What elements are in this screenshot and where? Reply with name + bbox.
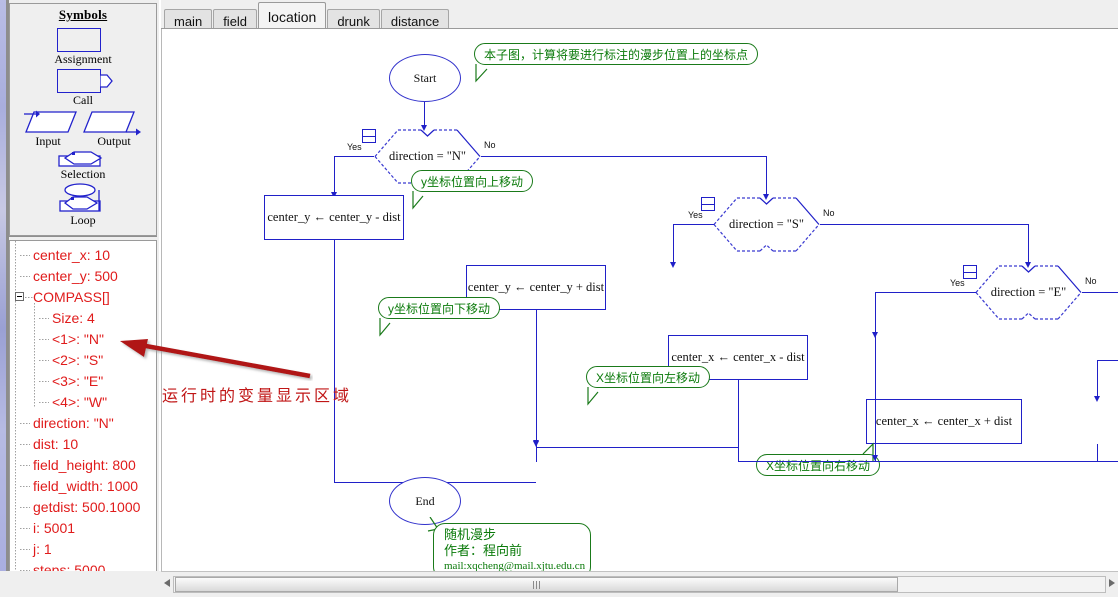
palette-label-assignment: Assignment — [54, 52, 112, 66]
annotation-text: 运行时的变量显示区域 — [162, 388, 353, 405]
comment-line-3: mail:xqcheng@mail.xjtu.edu.cn — [444, 560, 586, 571]
collapse-toggle-e[interactable] — [963, 265, 977, 279]
selection-diamond-icon — [58, 151, 103, 167]
assignment-node-4[interactable]: center_x ← center_x + dist — [866, 399, 1022, 444]
collapse-toggle-s[interactable] — [701, 197, 715, 211]
horizontal-scrollbar[interactable] — [161, 571, 1118, 597]
comment-y-up[interactable]: y坐标位置向上移动 — [411, 170, 534, 192]
symbols-title: Symbols — [58, 7, 108, 22]
tree-item[interactable]: field_height: 800 — [14, 455, 156, 476]
decision-label-n: direction = "N" — [389, 149, 466, 163]
comment-subchart[interactable]: 本子图，计算将要进行标注的漫步位置上的坐标点 — [474, 43, 759, 65]
palette-label-selection: Selection — [60, 167, 106, 181]
tree-item[interactable]: direction: "N" — [14, 413, 156, 434]
end-node[interactable]: End — [389, 477, 461, 525]
tree-item-compass[interactable]: COMPASS[] — [14, 287, 156, 308]
collapse-toggle-n[interactable] — [362, 129, 376, 143]
assignment-rect-icon — [57, 28, 101, 52]
branch-label-yes: Yes — [950, 278, 965, 288]
palette-item-input-output[interactable]: Input Output — [10, 107, 156, 149]
decision-label-s: direction = "S" — [729, 217, 804, 231]
comment-y-down[interactable]: y坐标位置向下移动 — [378, 297, 501, 319]
editor-panel: main field location drunk distance Start 本子图… — [161, 0, 1118, 597]
branch-label-no: No — [1085, 276, 1097, 286]
comment-line-2: 作者：程向前 — [444, 543, 523, 558]
assignment-node-1[interactable]: center_y ← center_y - dist — [264, 195, 404, 240]
assignment-label-4: center_x ← center_x + dist — [875, 414, 1013, 428]
start-node[interactable]: Start — [389, 54, 461, 102]
assignment-label-2: center_y ← center_y + dist — [467, 280, 605, 294]
branch-label-yes: Yes — [347, 142, 362, 152]
tab-bar: main field location drunk distance — [161, 0, 1118, 29]
palette-label-input: Input — [35, 134, 61, 148]
comment-author-block[interactable]: 随机漫步 作者：程向前 mail:xqcheng@mail.xjtu.edu.c… — [433, 523, 591, 571]
tab-drunk[interactable]: drunk — [327, 9, 380, 29]
loop-icon — [59, 183, 101, 212]
tree-item[interactable]: Size: 4 — [14, 308, 156, 329]
palette-item-selection[interactable]: Selection — [10, 150, 156, 182]
tree-item[interactable]: center_x: 10 — [14, 245, 156, 266]
flowchart-canvas[interactable]: Start 本子图，计算将要进行标注的漫步位置上的坐标点 direction =… — [161, 29, 1118, 571]
assignment-label-3: center_x ← center_x - dist — [671, 350, 805, 364]
palette-item-loop[interactable]: Loop — [10, 183, 156, 227]
tree-item[interactable]: center_y: 500 — [14, 266, 156, 287]
decision-node-e[interactable]: direction = "E" — [975, 264, 1082, 321]
start-label: Start — [413, 70, 437, 85]
variables-tree: center_x: 10 center_y: 500 COMPASS[] Siz… — [10, 241, 156, 591]
palette-item-call[interactable]: Call — [10, 67, 156, 107]
branch-label-yes: Yes — [688, 210, 703, 220]
scrollbar-grip-icon — [532, 581, 541, 589]
decision-node-s[interactable]: direction = "S" — [713, 196, 820, 253]
call-arrow-icon — [100, 74, 113, 88]
input-parallelogram-icon — [24, 110, 77, 133]
comment-x-left[interactable]: X坐标位置向左移动 — [586, 366, 711, 388]
assignment-label-1: center_y ← center_y - dist — [267, 210, 401, 224]
scrollbar-thumb[interactable] — [175, 577, 898, 592]
tab-main[interactable]: main — [164, 9, 213, 29]
palette-label-loop: Loop — [70, 213, 96, 227]
comment-line-1: 随机漫步 — [444, 527, 497, 542]
tree-item[interactable]: getdist: 500.1000 — [14, 497, 156, 518]
output-parallelogram-icon — [83, 111, 141, 136]
bottom-left-filler — [0, 571, 161, 597]
variables-tree-panel[interactable]: center_x: 10 center_y: 500 COMPASS[] Siz… — [9, 240, 157, 592]
end-label: End — [415, 493, 435, 508]
branch-label-no: No — [484, 140, 496, 150]
tree-item[interactable]: dist: 10 — [14, 434, 156, 455]
palette-label-call: Call — [73, 93, 93, 107]
symbols-palette: Symbols Assignment Call Input Output Sel… — [9, 3, 157, 236]
call-rect-icon — [57, 69, 101, 93]
tab-field[interactable]: field — [213, 9, 258, 29]
tree-item[interactable]: j: 1 — [14, 539, 156, 560]
tab-distance[interactable]: distance — [380, 9, 450, 29]
palette-item-assignment[interactable]: Assignment — [10, 23, 156, 66]
application-window: Symbols Assignment Call Input Output Sel… — [0, 0, 1118, 597]
scroll-right-arrow-icon[interactable] — [1109, 579, 1115, 587]
tree-item[interactable]: i: 5001 — [14, 518, 156, 539]
comment-tail-icon — [379, 318, 391, 337]
decision-label-e: direction = "E" — [990, 285, 1067, 299]
tab-location[interactable]: location — [258, 2, 327, 29]
comment-tail-icon — [475, 64, 488, 83]
scroll-left-arrow-icon[interactable] — [164, 579, 170, 587]
red-arrow-icon — [120, 339, 311, 379]
tree-item[interactable]: field_width: 1000 — [14, 476, 156, 497]
comment-tail-icon — [587, 387, 599, 406]
tree-item[interactable]: <4>: "W" — [14, 392, 156, 413]
comment-tail-icon — [412, 191, 424, 210]
branch-label-no: No — [823, 208, 835, 218]
tree-collapse-toggle[interactable] — [15, 292, 24, 301]
palette-label-output: Output — [97, 134, 131, 148]
